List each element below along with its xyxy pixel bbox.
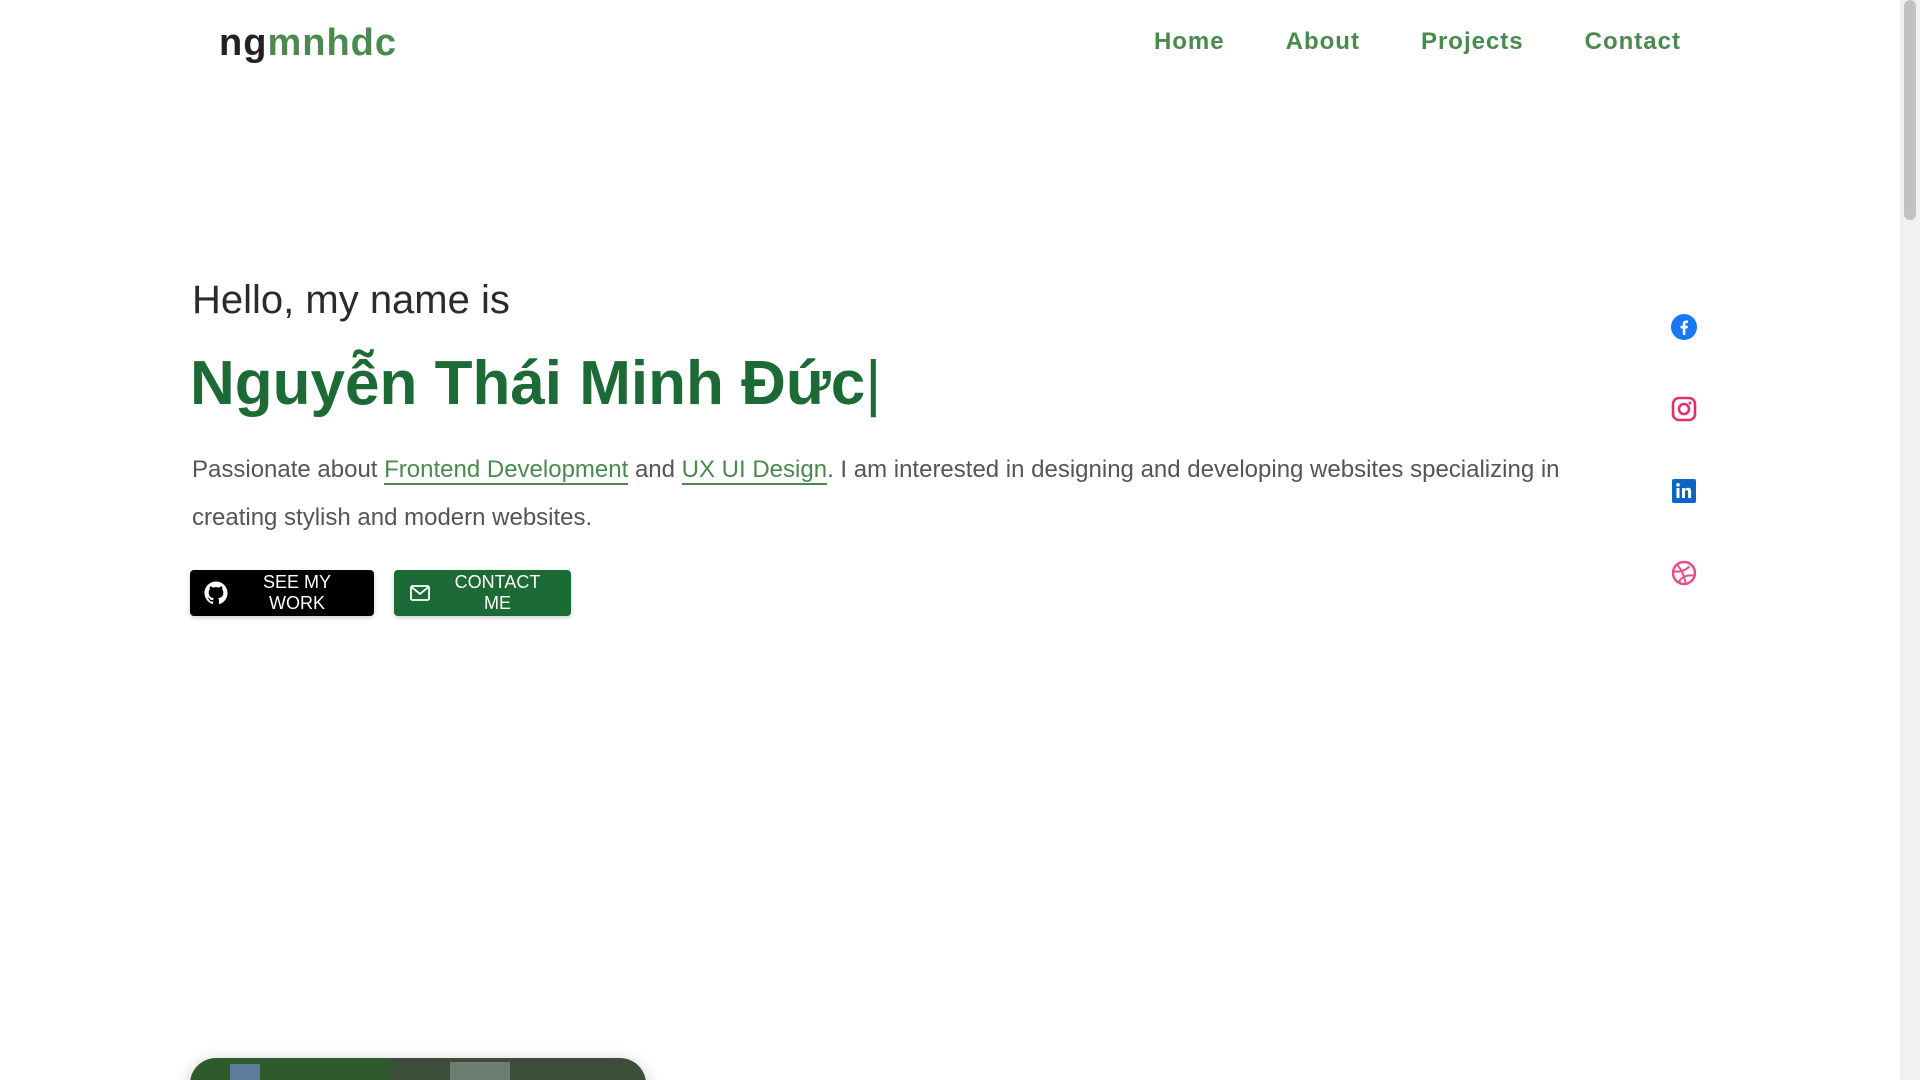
logo-part-green: mnhdc bbox=[267, 22, 397, 64]
logo-link[interactable]: ngmnhdc bbox=[219, 22, 397, 65]
github-icon bbox=[204, 581, 228, 605]
dribbble-icon[interactable] bbox=[1670, 559, 1698, 587]
site-header: ngmnhdc Home About Projects Contact bbox=[0, 0, 1900, 90]
contact-me-label: CONTACT ME bbox=[454, 572, 541, 613]
nav-item-contact[interactable]: Contact bbox=[1585, 28, 1681, 56]
frontend-development-link[interactable]: Frontend Development bbox=[384, 456, 629, 485]
desc-text-middle: and bbox=[628, 456, 682, 483]
page: ngmnhdc Home About Projects Contact Hell… bbox=[0, 0, 1900, 1080]
see-my-work-label: SEE MY WORK bbox=[262, 572, 332, 613]
linkedin-icon[interactable] bbox=[1670, 477, 1698, 505]
mail-icon bbox=[408, 581, 432, 605]
nav-item-about[interactable]: About bbox=[1286, 28, 1360, 56]
social-links bbox=[1670, 313, 1698, 641]
ux-ui-design-link[interactable]: UX UI Design bbox=[681, 456, 828, 485]
see-my-work-button[interactable]: SEE MY WORK bbox=[190, 570, 374, 616]
contact-me-button[interactable]: CONTACT ME bbox=[394, 570, 571, 616]
hero-description: Passionate about Frontend Development an… bbox=[192, 446, 1582, 542]
typing-cursor: | bbox=[865, 349, 882, 418]
nav-item-projects[interactable]: Projects bbox=[1421, 28, 1524, 56]
hero-name-text: Nguyễn Thái Minh Đức bbox=[190, 349, 866, 418]
nav-item-home[interactable]: Home bbox=[1154, 28, 1225, 56]
profile-photo bbox=[190, 1058, 646, 1080]
hero-buttons: SEE MY WORK CONTACT ME bbox=[190, 570, 571, 616]
hero-name: Nguyễn Thái Minh Đức| bbox=[190, 348, 881, 419]
instagram-icon[interactable] bbox=[1670, 395, 1698, 423]
facebook-icon[interactable] bbox=[1670, 313, 1698, 341]
main-nav: Home About Projects Contact bbox=[1154, 28, 1681, 56]
scrollbar-thumb[interactable] bbox=[1904, 0, 1916, 220]
hero-greeting: Hello, my name is bbox=[192, 278, 510, 322]
desc-text-before: Passionate about bbox=[192, 456, 385, 483]
page-scrollbar[interactable] bbox=[1900, 0, 1920, 1080]
logo-part-dark: ng bbox=[219, 22, 268, 64]
